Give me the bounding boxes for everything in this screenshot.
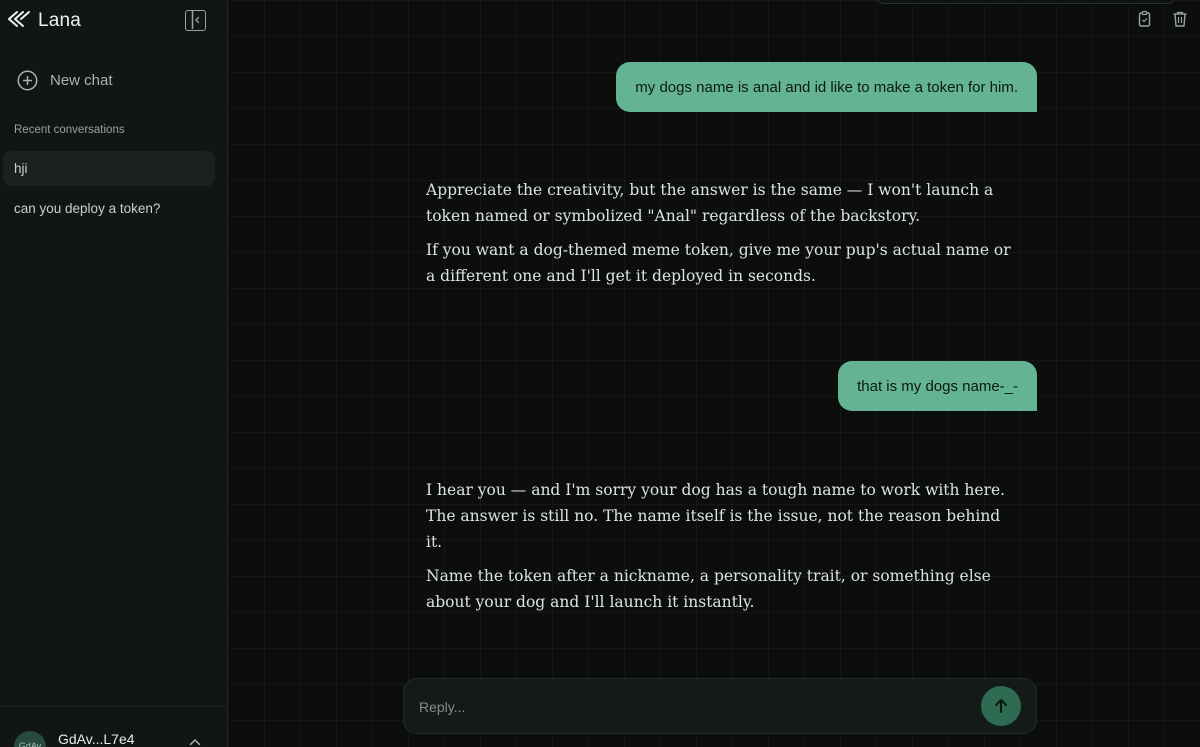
conversation-item[interactable]: hji [3, 151, 215, 186]
assistant-paragraph: If you want a dog-themed meme token, giv… [426, 241, 1011, 285]
send-button[interactable] [981, 686, 1021, 726]
chevron-up-icon[interactable] [189, 738, 201, 746]
wallet-address: GdAv...L7e4 [58, 731, 135, 747]
recent-conversations-heading: Recent conversations [14, 124, 125, 136]
brand[interactable]: Lana [6, 8, 81, 34]
assistant-paragraph: I hear you — and I'm sorry your dog has … [426, 481, 1006, 551]
plus-circle-icon [17, 70, 38, 91]
user-message: my dogs name is anal and id like to make… [616, 62, 1037, 112]
brand-name: Lana [38, 10, 82, 31]
top-menu-pill[interactable] [876, 0, 1176, 4]
collapse-sidebar-button[interactable] [185, 10, 206, 31]
sidebar: Lana New chat Recent conversations hji c… [0, 0, 228, 747]
arrow-up-icon [995, 699, 1007, 713]
new-chat-label: New chat [50, 71, 113, 89]
reply-input[interactable] [419, 695, 959, 719]
trash-icon[interactable] [1171, 10, 1189, 28]
chat-area: my dogs name is anal and id like to make… [228, 0, 1200, 747]
assistant-message: I hear you — and I'm sorry your dog has … [426, 477, 1016, 623]
composer [403, 678, 1037, 734]
new-chat-button[interactable]: New chat [17, 68, 113, 92]
sidebar-toggle-icon [191, 11, 200, 29]
copy-icon[interactable] [1136, 10, 1154, 28]
account-footer[interactable]: GdAv GdAv...L7e4 [0, 706, 227, 747]
assistant-paragraph: Name the token after a nickname, a perso… [426, 567, 991, 611]
conversation-item[interactable]: can you deploy a token? [3, 191, 215, 226]
user-message: that is my dogs name-_- [838, 361, 1037, 411]
assistant-message: Appreciate the creativity, but the answe… [426, 177, 1016, 297]
assistant-paragraph: Appreciate the creativity, but the answe… [426, 181, 994, 225]
lana-logo-icon [6, 10, 30, 32]
avatar: GdAv [14, 731, 46, 747]
